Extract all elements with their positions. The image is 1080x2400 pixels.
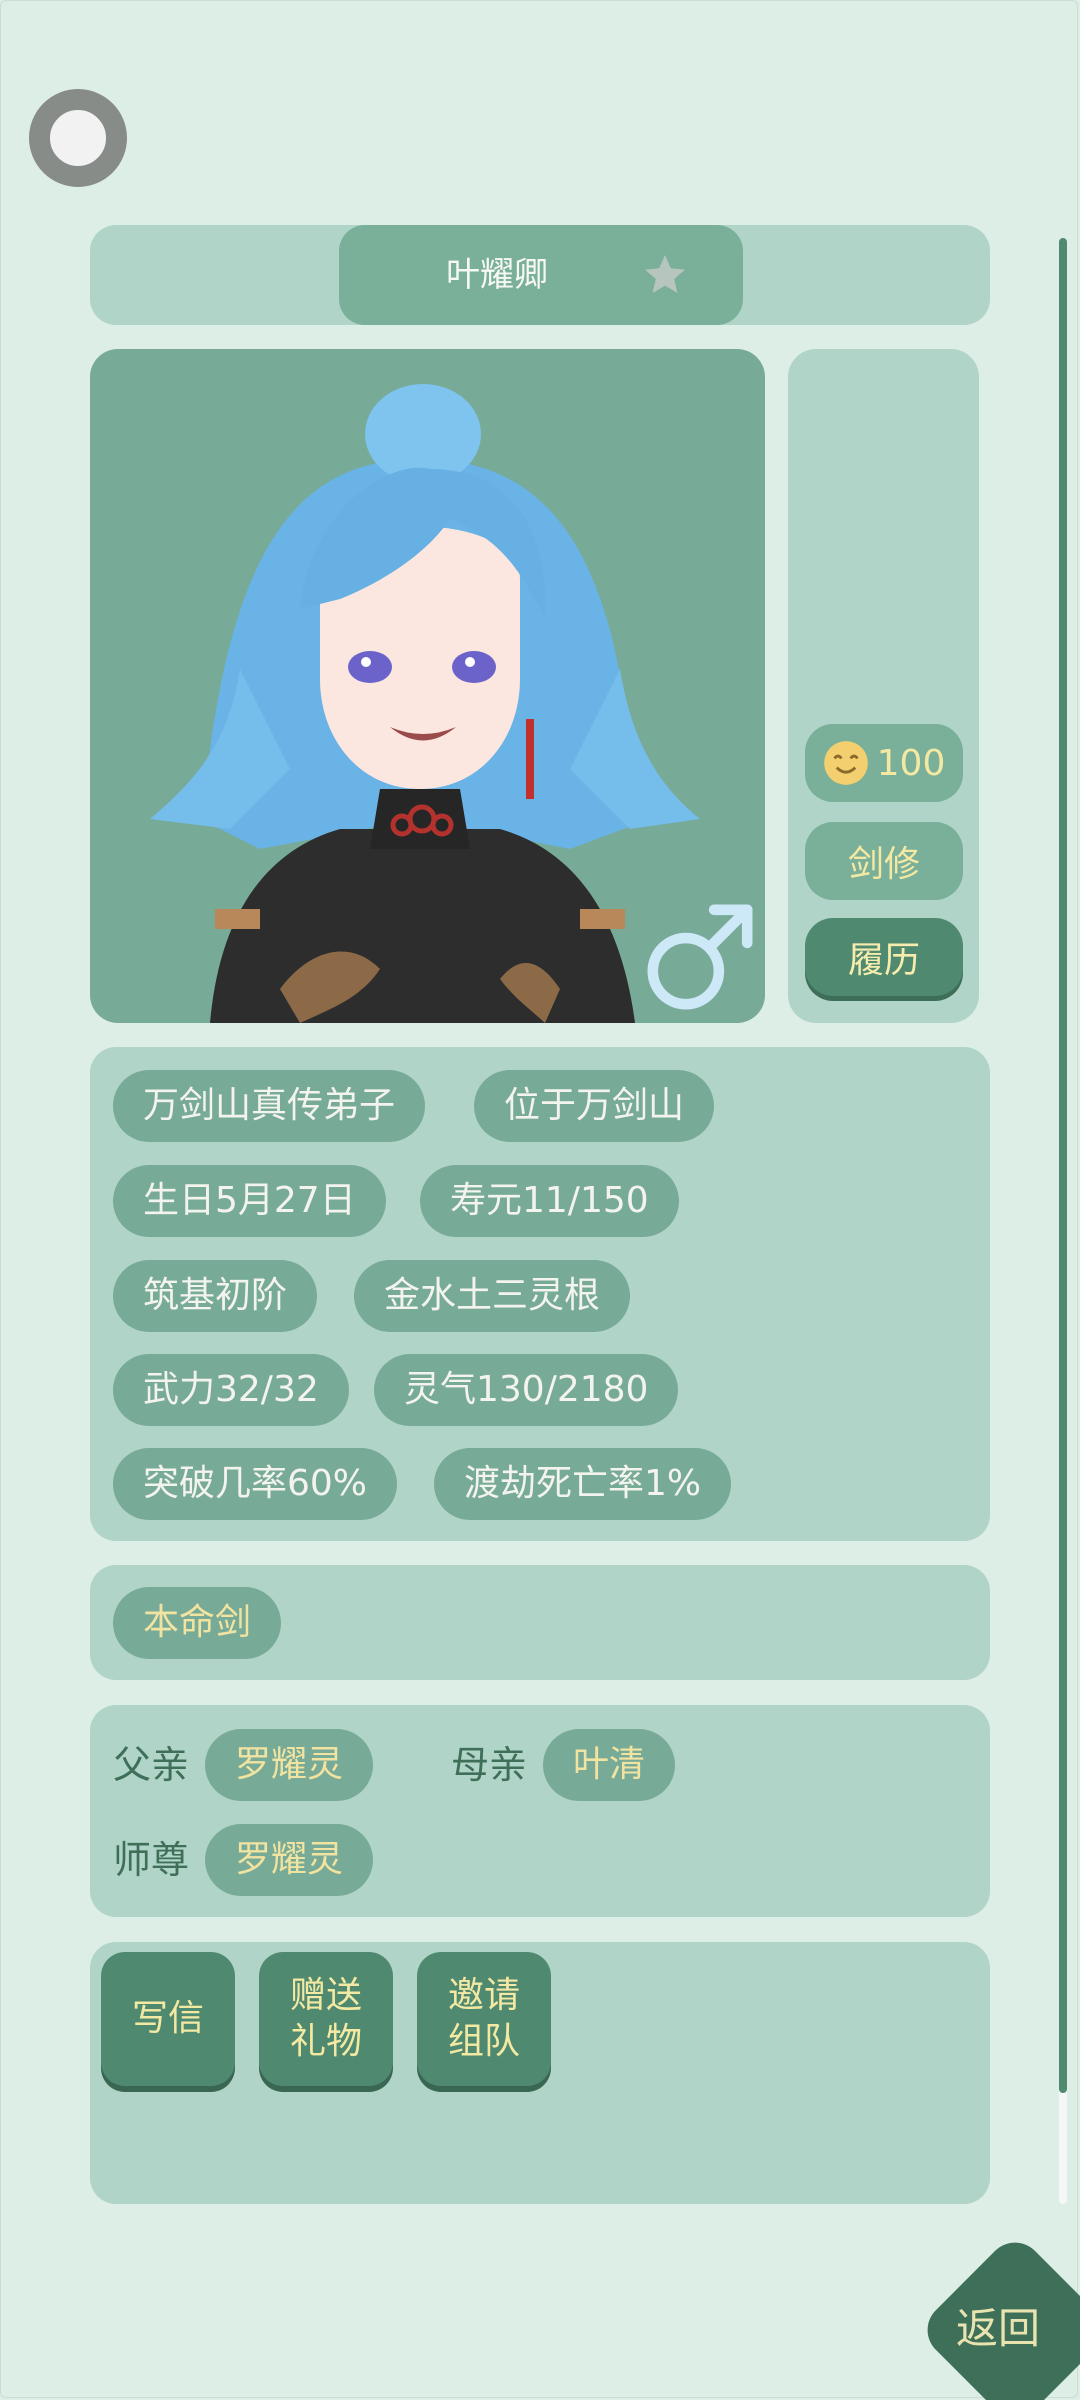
father-name-chip[interactable]: 罗耀灵 <box>205 1729 374 1801</box>
male-symbol-icon <box>647 904 753 1010</box>
mood-value: 100 <box>876 742 946 784</box>
favorite-star-icon[interactable] <box>641 251 689 299</box>
scrollbar-thumb[interactable] <box>1059 238 1067 2093</box>
info-chip-location: 位于万剑山 <box>474 1070 715 1142</box>
send-gift-label-line1: 赠送 <box>289 1975 362 2016</box>
info-chip-breakthrough: 突破几率60% <box>113 1448 398 1520</box>
info-chip-force: 武力32/32 <box>113 1354 349 1426</box>
master-name-chip[interactable]: 罗耀灵 <box>205 1824 374 1896</box>
character-name: 叶耀卿 <box>446 255 548 295</box>
equipment-chip[interactable]: 本命剑 <box>113 1587 282 1659</box>
mother-label: 母亲 <box>451 1743 528 1787</box>
class-badge: 剑修 <box>805 822 963 900</box>
write-letter-button[interactable]: 写信 <box>101 1952 235 2086</box>
resume-button[interactable]: 履历 <box>805 918 963 996</box>
invite-team-label-line1: 邀请 <box>447 1975 520 2016</box>
menu-ring-icon[interactable] <box>29 89 127 187</box>
invite-team-button[interactable]: 邀请 组队 <box>417 1952 551 2086</box>
send-gift-label-line2: 礼物 <box>289 2021 362 2062</box>
info-chip-tribulation: 渡劫死亡率1% <box>434 1448 732 1520</box>
write-letter-label: 写信 <box>131 1998 204 2039</box>
character-portrait <box>90 349 765 1023</box>
info-chip-realm: 筑基初阶 <box>113 1260 318 1332</box>
info-chip-spirit-root: 金水土三灵根 <box>354 1260 631 1332</box>
info-chip-sect: 万剑山真传弟子 <box>113 1070 426 1142</box>
info-chip-birthday: 生日5月27日 <box>113 1165 386 1237</box>
back-label[interactable]: 返回 <box>948 2295 1048 2356</box>
character-name-pill: 叶耀卿 <box>339 225 743 325</box>
smile-face-icon <box>823 741 868 785</box>
mother-name-chip[interactable]: 叶清 <box>543 1729 676 1801</box>
mood-indicator: 100 <box>805 724 963 802</box>
info-chip-qi: 灵气130/2180 <box>374 1354 679 1426</box>
send-gift-button[interactable]: 赠送 礼物 <box>259 1952 393 2086</box>
father-label: 父亲 <box>113 1743 190 1787</box>
info-chip-lifespan: 寿元11/150 <box>420 1165 679 1237</box>
invite-team-label-line2: 组队 <box>447 2021 520 2062</box>
master-label: 师尊 <box>113 1838 190 1882</box>
